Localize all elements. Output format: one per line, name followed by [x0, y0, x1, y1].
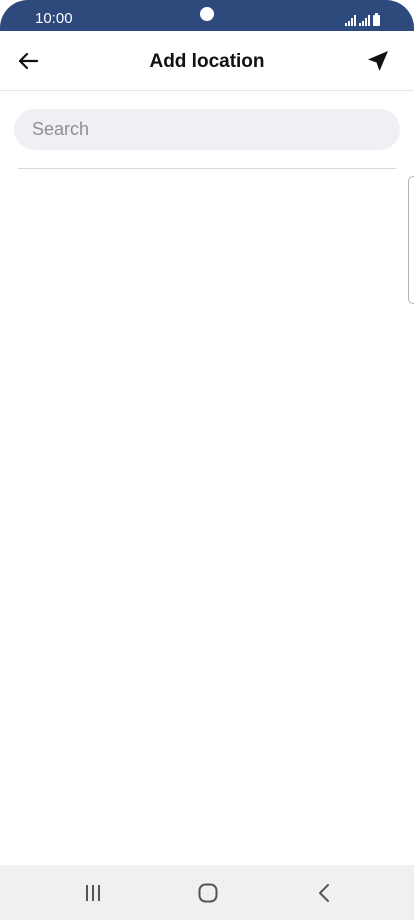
- current-location-button[interactable]: [362, 45, 394, 77]
- signal-icon: [345, 14, 356, 26]
- home-icon: [198, 883, 218, 903]
- back-chevron-icon: [319, 884, 329, 902]
- status-time: 10:00: [35, 10, 73, 27]
- app-header: Add location: [0, 31, 414, 91]
- home-button[interactable]: [188, 877, 228, 909]
- status-bar: 10:00: [0, 0, 414, 31]
- search-input[interactable]: [14, 109, 400, 150]
- signal-icon-2: [359, 14, 370, 26]
- battery-icon: [373, 13, 380, 26]
- recent-apps-icon: [86, 885, 100, 901]
- system-nav-bar: [0, 865, 414, 920]
- system-back-button[interactable]: [304, 877, 344, 909]
- navigation-arrow-icon: [368, 51, 388, 71]
- search-box[interactable]: [14, 109, 400, 150]
- page-title: Add location: [149, 51, 265, 72]
- results-list: [0, 170, 414, 864]
- front-camera: [200, 7, 214, 21]
- recent-apps-button[interactable]: [73, 877, 113, 909]
- edge-panel-handle[interactable]: [408, 176, 414, 304]
- search-divider: [18, 168, 396, 169]
- status-icons: [345, 12, 380, 26]
